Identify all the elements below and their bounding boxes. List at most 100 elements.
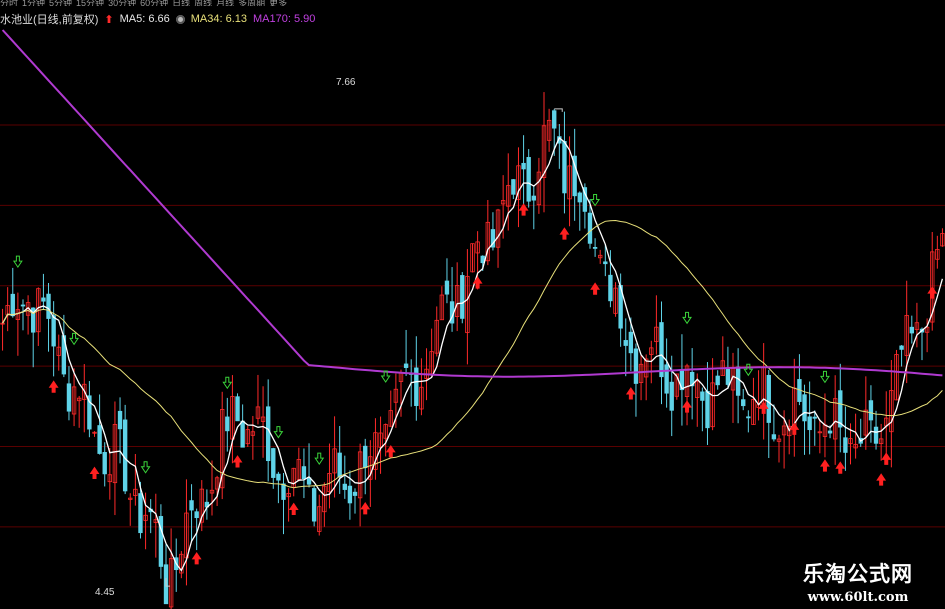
candle-body bbox=[460, 275, 465, 319]
candle-body bbox=[276, 473, 281, 481]
candle-body bbox=[117, 410, 123, 430]
candle-body bbox=[623, 340, 628, 346]
candle-body bbox=[909, 326, 914, 334]
candle-body bbox=[741, 399, 746, 407]
candle-body bbox=[725, 369, 731, 385]
candle-body bbox=[342, 483, 347, 490]
buy-signal-arrow bbox=[881, 452, 892, 465]
candle-body bbox=[20, 304, 26, 307]
buy-signal-arrow bbox=[48, 380, 59, 393]
buy-signal-arrow bbox=[360, 501, 371, 515]
candle-body bbox=[827, 430, 833, 434]
buy-signal-arrow bbox=[232, 455, 243, 468]
watermark: 乐淘公式网 www.60lt.com bbox=[803, 558, 913, 605]
candle-body bbox=[868, 400, 874, 421]
candle-body bbox=[521, 162, 526, 170]
sell-signal-arrow bbox=[820, 370, 830, 384]
candle-body bbox=[562, 140, 567, 194]
candle-body bbox=[235, 396, 240, 422]
watermark-title: 乐淘公式网 bbox=[803, 561, 913, 586]
candle-body bbox=[526, 157, 531, 202]
candle-body bbox=[592, 247, 598, 249]
candle-body bbox=[608, 274, 613, 302]
candle-body bbox=[633, 348, 639, 384]
candle-body bbox=[352, 491, 358, 496]
candle-body bbox=[812, 416, 817, 419]
candle-body bbox=[735, 366, 741, 396]
buy-signal-arrow bbox=[758, 401, 769, 414]
candle-body bbox=[10, 293, 15, 317]
candle-body bbox=[802, 394, 807, 422]
candle-body bbox=[66, 383, 72, 412]
candle-body bbox=[659, 322, 664, 378]
sell-signal-arrow bbox=[12, 255, 23, 269]
candle-body bbox=[766, 374, 771, 423]
candle-body bbox=[873, 426, 879, 444]
candle-body bbox=[51, 315, 56, 347]
candle-body bbox=[97, 425, 102, 454]
candle-body bbox=[746, 416, 751, 419]
buy-signal-arrow bbox=[789, 422, 800, 435]
high-price-label: 7.66 bbox=[336, 77, 356, 88]
candle-body bbox=[225, 416, 230, 432]
candle-body bbox=[301, 466, 307, 480]
buy-signal-arrow bbox=[89, 466, 100, 479]
candle-body bbox=[715, 375, 720, 386]
sell-signal-arrow bbox=[682, 311, 692, 325]
candle-body bbox=[122, 419, 128, 492]
candle-body bbox=[705, 390, 710, 429]
watermark-url: www.60lt.com bbox=[807, 590, 909, 605]
buy-signal-arrow bbox=[682, 400, 692, 413]
buy-signal-arrow bbox=[820, 459, 830, 472]
sell-signal-arrow bbox=[69, 332, 80, 346]
candle-body bbox=[444, 280, 450, 295]
candle-body bbox=[281, 483, 286, 500]
buy-signal-arrow bbox=[559, 227, 570, 240]
buy-signal-arrow bbox=[288, 502, 299, 516]
buy-signal-arrow bbox=[191, 551, 202, 565]
candle-body bbox=[265, 406, 271, 462]
buy-signal-arrow bbox=[385, 444, 396, 458]
candle-body bbox=[138, 493, 143, 534]
candle-body bbox=[628, 331, 634, 354]
candle-body bbox=[587, 212, 593, 244]
candle-body bbox=[194, 511, 199, 519]
candle-body bbox=[102, 452, 107, 475]
candle-body bbox=[700, 391, 705, 401]
buy-signal-arrow bbox=[472, 276, 483, 289]
buy-signal-arrow bbox=[590, 282, 601, 295]
candlestick-chart[interactable] bbox=[0, 0, 945, 609]
sell-signal-arrow bbox=[140, 461, 151, 474]
candle-body bbox=[511, 179, 516, 195]
buy-signal-arrow bbox=[835, 461, 846, 474]
candle-body bbox=[363, 445, 368, 469]
candle-body bbox=[531, 195, 536, 201]
ma170-line bbox=[1, 29, 943, 378]
sell-signal-arrow bbox=[314, 452, 325, 466]
low-price-label: 4.45 bbox=[95, 587, 115, 598]
ma5-line bbox=[2, 136, 944, 572]
candle-body bbox=[552, 110, 557, 129]
candle-body bbox=[843, 437, 848, 453]
buy-signal-arrow bbox=[876, 473, 887, 486]
buy-signal-arrow bbox=[927, 286, 938, 299]
candle-body bbox=[41, 297, 46, 302]
sell-signal-arrow bbox=[273, 426, 284, 439]
sell-signal-arrow bbox=[222, 376, 233, 390]
candle-body bbox=[603, 261, 608, 265]
candle-body bbox=[347, 485, 353, 504]
candle-body bbox=[240, 420, 245, 448]
candle-body bbox=[669, 381, 674, 411]
candle-body bbox=[771, 434, 777, 440]
candle-body bbox=[899, 345, 904, 350]
candle-body bbox=[46, 293, 51, 319]
candle-body bbox=[838, 390, 843, 428]
candle-body bbox=[311, 488, 317, 522]
candle-body bbox=[271, 448, 276, 478]
buy-signal-arrow bbox=[625, 387, 636, 400]
candle-body bbox=[403, 363, 409, 368]
candle-body bbox=[577, 192, 582, 203]
sell-signal-arrow bbox=[590, 193, 601, 207]
candle-body bbox=[807, 416, 812, 431]
candle-body bbox=[664, 364, 669, 394]
